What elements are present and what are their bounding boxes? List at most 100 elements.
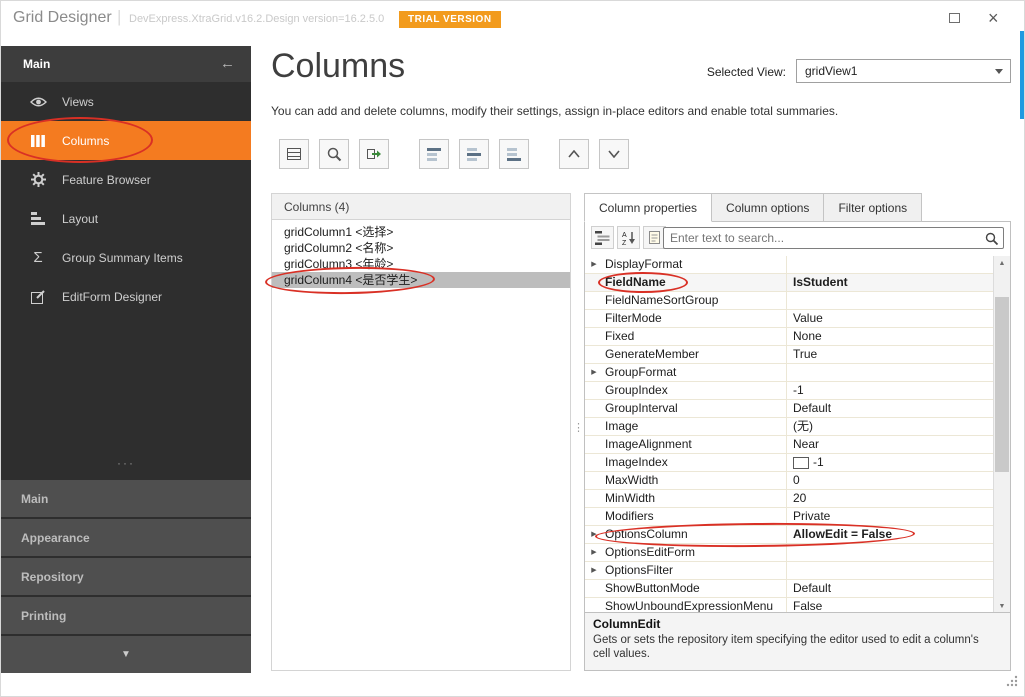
property-name: FieldNameSortGroup	[603, 292, 787, 309]
svg-text:Z: Z	[622, 240, 627, 246]
sidebar-collapse-handle[interactable]: ···	[1, 456, 251, 470]
sidebar-item-label: Feature Browser	[62, 173, 151, 187]
property-value[interactable]	[787, 544, 995, 561]
expand-spacer	[585, 508, 603, 525]
property-value[interactable]: Near	[787, 436, 995, 453]
property-row-groupformat[interactable]: ▶ GroupFormat	[585, 364, 995, 382]
property-value[interactable]: 0	[787, 472, 995, 489]
property-value[interactable]: -1	[787, 454, 995, 471]
property-value[interactable]: -1	[787, 382, 995, 399]
expand-arrow-icon[interactable]: ▶	[585, 562, 603, 579]
property-row-groupindex[interactable]: GroupIndex -1	[585, 382, 995, 400]
sidebar-item-label: EditForm Designer	[62, 290, 162, 304]
scroll-up-icon[interactable]: ▲	[994, 256, 1010, 271]
property-value[interactable]: AllowEdit = False	[787, 526, 995, 543]
close-button[interactable]: ×	[988, 6, 999, 30]
property-row-filtermode[interactable]: FilterMode Value	[585, 310, 995, 328]
property-row-optionscolumn[interactable]: ▶ OptionsColumn AllowEdit = False	[585, 526, 995, 544]
tab-column-properties[interactable]: Column properties	[584, 193, 712, 222]
categorized-icon	[595, 231, 611, 245]
back-arrow-icon[interactable]: ←	[220, 46, 235, 82]
property-value[interactable]: True	[787, 346, 995, 363]
property-row-fieldname[interactable]: FieldName IsStudent	[585, 274, 995, 292]
search-button[interactable]	[319, 139, 349, 169]
sidebar-item-label: Columns	[62, 134, 109, 148]
add-column-icon	[426, 146, 442, 162]
property-row-displayformat[interactable]: ▶ DisplayFormat	[585, 256, 995, 274]
grid-list-icon	[286, 146, 302, 162]
sidebar-bottom-repository[interactable]: Repository	[1, 556, 251, 595]
property-row-image[interactable]: Image (无)	[585, 418, 995, 436]
tab-filter-options[interactable]: Filter options	[824, 193, 922, 222]
sidebar-bottom-overflow[interactable]: ▼	[1, 634, 251, 673]
scrollbar-thumb[interactable]	[995, 297, 1009, 472]
property-value[interactable]: Private	[787, 508, 995, 525]
sidebar-item-feature-browser[interactable]: Feature Browser	[1, 160, 251, 199]
property-value[interactable]	[787, 562, 995, 579]
remove-column-button[interactable]	[499, 139, 529, 169]
sidebar-item-editform-designer[interactable]: EditForm Designer	[1, 277, 251, 316]
sidebar-bottom-nav: Main Appearance Repository Printing ▼	[1, 478, 251, 673]
property-row-groupinterval[interactable]: GroupInterval Default	[585, 400, 995, 418]
panel-splitter[interactable]: ⋮	[573, 193, 582, 671]
expand-arrow-icon[interactable]: ▶	[585, 544, 603, 561]
column-list-item[interactable]: gridColumn1 <选择>	[272, 224, 570, 240]
property-name: OptionsEditForm	[603, 544, 787, 561]
column-list-item-selected[interactable]: gridColumn4 <是否学生>	[272, 272, 570, 288]
property-row-generatemember[interactable]: GenerateMember True	[585, 346, 995, 364]
sidebar-item-columns[interactable]: Columns	[1, 121, 251, 160]
property-grid: ▶ DisplayFormat FieldName IsStudent Fiel…	[585, 256, 995, 614]
categorized-button[interactable]	[591, 226, 614, 249]
property-search-input[interactable]	[670, 229, 970, 247]
eye-icon	[29, 96, 47, 108]
column-list-item[interactable]: gridColumn3 <年龄>	[272, 256, 570, 272]
property-row-modifiers[interactable]: Modifiers Private	[585, 508, 995, 526]
expand-spacer	[585, 472, 603, 489]
property-value[interactable]	[787, 292, 995, 309]
property-row-minwidth[interactable]: MinWidth 20	[585, 490, 995, 508]
maximize-button[interactable]	[949, 13, 960, 23]
property-grid-scrollbar[interactable]: ▲ ▼	[993, 256, 1010, 614]
sidebar-item-group-summary-items[interactable]: Σ Group Summary Items	[1, 238, 251, 277]
property-row-fieldnamesortgroup[interactable]: FieldNameSortGroup	[585, 292, 995, 310]
expand-arrow-icon[interactable]: ▶	[585, 256, 603, 273]
property-row-imagealignment[interactable]: ImageAlignment Near	[585, 436, 995, 454]
property-row-showbuttonmode[interactable]: ShowButtonMode Default	[585, 580, 995, 598]
expand-arrow-icon[interactable]: ▶	[585, 364, 603, 381]
property-value[interactable]: None	[787, 328, 995, 345]
property-row-maxwidth[interactable]: MaxWidth 0	[585, 472, 995, 490]
tab-column-options[interactable]: Column options	[712, 193, 824, 222]
resize-grip[interactable]	[1006, 674, 1018, 692]
property-description-title: ColumnEdit	[593, 617, 1002, 631]
property-row-imageindex[interactable]: ImageIndex -1	[585, 454, 995, 472]
sidebar-bottom-printing[interactable]: Printing	[1, 595, 251, 634]
property-row-optionsfilter[interactable]: ▶ OptionsFilter	[585, 562, 995, 580]
property-value[interactable]: Value	[787, 310, 995, 327]
selected-view-dropdown[interactable]: gridView1	[796, 59, 1011, 83]
move-down-button[interactable]	[599, 139, 629, 169]
sidebar-bottom-main[interactable]: Main	[1, 478, 251, 517]
sidebar-bottom-appearance[interactable]: Appearance	[1, 517, 251, 556]
property-value[interactable]: Default	[787, 400, 995, 417]
property-value[interactable]: 20	[787, 490, 995, 507]
retrieve-fields-button[interactable]	[359, 139, 389, 169]
property-value[interactable]	[787, 256, 995, 273]
property-value[interactable]: IsStudent	[787, 274, 995, 291]
column-list-item[interactable]: gridColumn2 <名称>	[272, 240, 570, 256]
expand-arrow-icon[interactable]: ▶	[585, 526, 603, 543]
sort-alphabetical-button[interactable]: AZ	[617, 226, 640, 249]
sidebar-item-views[interactable]: Views	[1, 82, 251, 121]
property-value[interactable]: Default	[787, 580, 995, 597]
field-list-button[interactable]	[279, 139, 309, 169]
move-up-button[interactable]	[559, 139, 589, 169]
insert-column-button[interactable]	[459, 139, 489, 169]
property-row-optionseditform[interactable]: ▶ OptionsEditForm	[585, 544, 995, 562]
chevron-up-icon	[568, 150, 580, 158]
property-name: ImageAlignment	[603, 436, 787, 453]
property-value[interactable]: (无)	[787, 418, 995, 435]
property-row-fixed[interactable]: Fixed None	[585, 328, 995, 346]
add-column-button[interactable]	[419, 139, 449, 169]
search-icon[interactable]	[984, 231, 999, 251]
sidebar-item-layout[interactable]: Layout	[1, 199, 251, 238]
property-value[interactable]	[787, 364, 995, 381]
